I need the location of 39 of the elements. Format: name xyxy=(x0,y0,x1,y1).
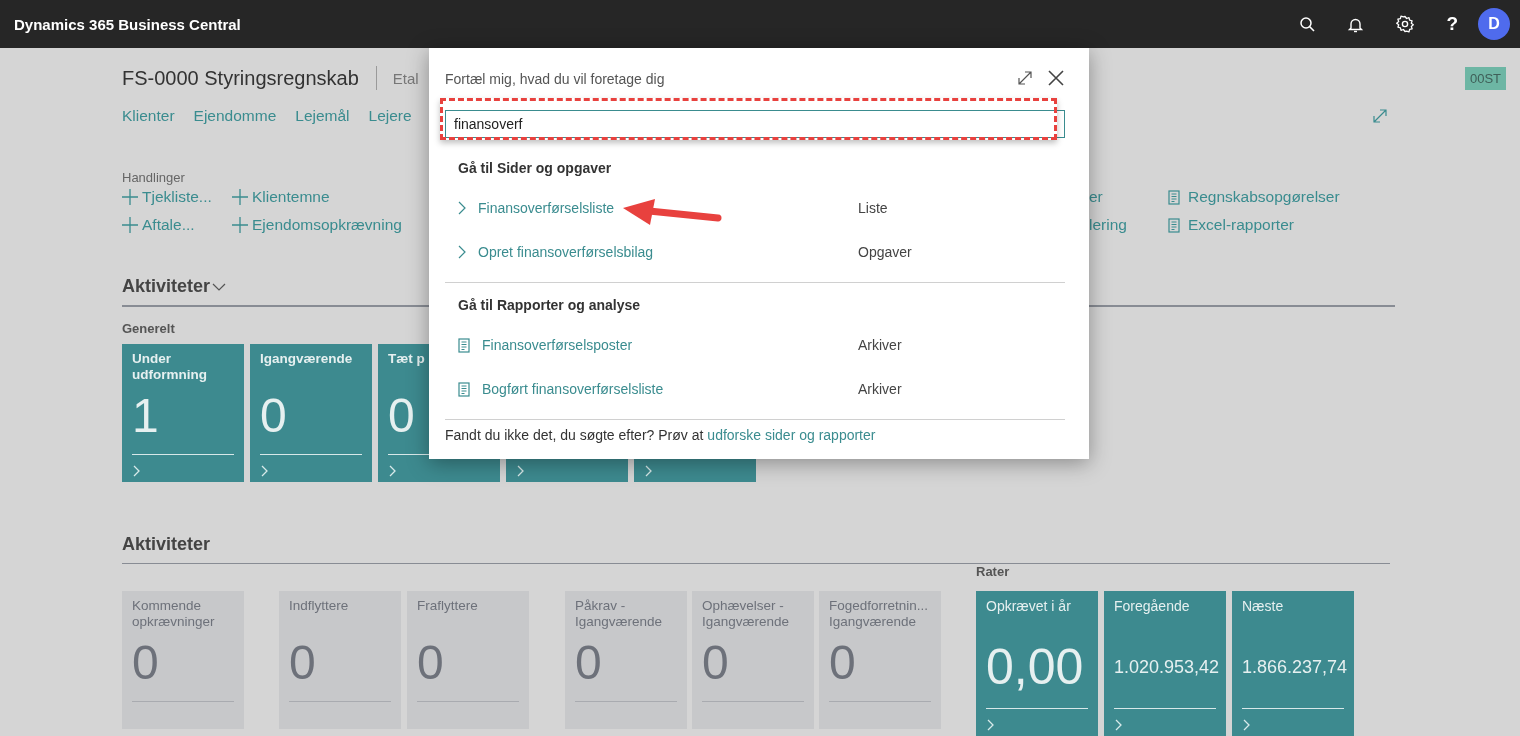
tile-value: 0 xyxy=(829,637,856,688)
tile-title: Under udformning xyxy=(132,351,207,382)
tile-value: 1.020.953,42 xyxy=(1114,656,1220,678)
section-heading: Gå til Rapporter og analyse xyxy=(457,297,642,313)
tile-value: 0 xyxy=(289,637,316,688)
tile-value: 0 xyxy=(575,637,602,688)
group-label: Generelt xyxy=(122,321,175,336)
group-label: Rater xyxy=(976,564,1010,579)
result-category: Arkiver xyxy=(858,381,902,397)
section-heading: Gå til Sider og opgaver xyxy=(457,160,613,176)
section-heading: Aktiviteter xyxy=(122,534,211,555)
page-subtitle: Etal xyxy=(392,69,419,87)
result-category: Arkiver xyxy=(858,337,902,353)
section-label: Handlinger xyxy=(122,170,185,185)
tile-value: 0,00 xyxy=(986,642,1084,692)
tile-title: Fraflyttere xyxy=(417,598,478,613)
company-badge: 00ST xyxy=(1464,66,1506,90)
tile-value: 0 xyxy=(702,637,729,688)
tile-title: Opkrævet i år xyxy=(986,598,1071,614)
page-title: FS-0000 Styringsregnskab xyxy=(122,66,359,90)
tile-title: Igangværende xyxy=(260,351,353,366)
tile-value: 0 xyxy=(260,390,287,441)
tile-title: Fogedforretnin... Igangværende xyxy=(829,598,929,629)
tile-value: 0 xyxy=(388,390,415,441)
tile-title: Næste xyxy=(1242,598,1284,614)
tile-title: Indflyttere xyxy=(289,598,349,613)
tile-value: 1 xyxy=(132,390,159,441)
footer-text: Fandt du ikke det, du søgte efter? Prøv at xyxy=(445,427,704,443)
tile-value: 0 xyxy=(132,637,159,688)
tile-title: Ophævelser - Igangværende xyxy=(702,598,790,629)
result-category: Liste xyxy=(858,200,888,216)
tile-title: Tæt p xyxy=(388,351,425,366)
tile-title: Kommende opkrævninger xyxy=(132,598,215,629)
result-category: Opgaver xyxy=(858,244,912,260)
tile-value: 1.866.237,74 xyxy=(1242,656,1348,678)
tile-title: Foregående xyxy=(1114,598,1190,614)
dialog-prompt: Fortæl mig, hvad du vil foretage dig xyxy=(445,71,666,87)
tile-title: Påkrav - Igangværende xyxy=(575,598,663,629)
tile-value: 0 xyxy=(417,637,444,688)
